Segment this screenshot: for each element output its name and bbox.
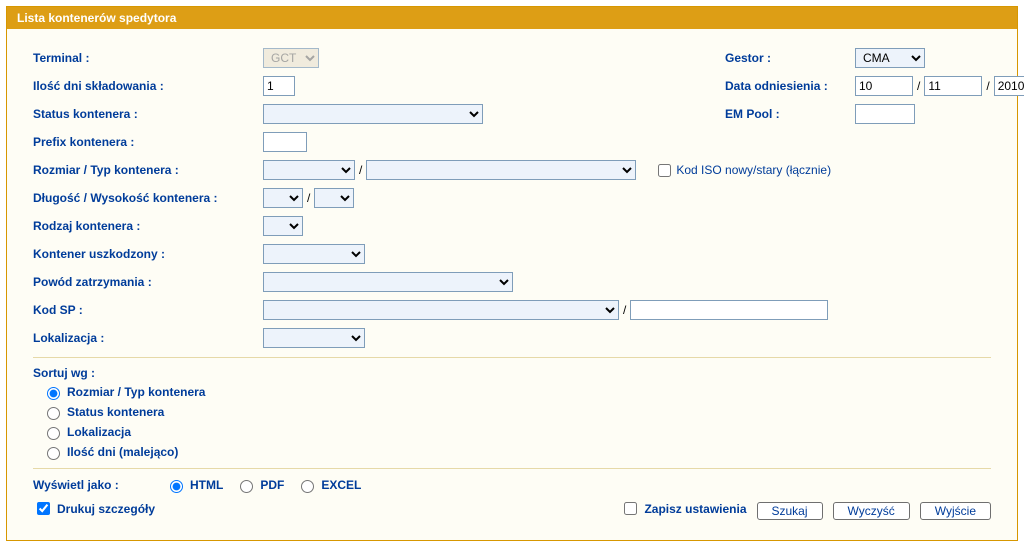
bottom-row: Drukuj szczegóły Zapisz ustawienia Szuka… xyxy=(33,499,991,522)
slash-kodsp: / xyxy=(623,303,626,317)
row-powod: Powód zatrzymania : xyxy=(33,271,991,293)
label-kod-sp: Kod SP : xyxy=(33,303,263,317)
sort-option-dni: Ilość dni (malejąco) xyxy=(33,444,991,460)
sort-label-lokal: Lokalizacja xyxy=(67,425,131,439)
row-uszkodzony: Kontener uszkodzony : xyxy=(33,243,991,265)
label-sortuj: Sortuj wg : xyxy=(33,366,991,380)
label-empool: EM Pool : xyxy=(725,107,855,121)
date-yyyy-input[interactable] xyxy=(994,76,1024,96)
label-status: Status kontenera : xyxy=(33,107,263,121)
sort-block: Sortuj wg : Rozmiar / Typ kontenera Stat… xyxy=(33,357,991,460)
label-powod: Powód zatrzymania : xyxy=(33,275,263,289)
panel-title: Lista kontenerów spedytora xyxy=(7,7,1017,29)
sort-radio-status[interactable] xyxy=(47,407,60,420)
panel: Lista kontenerów spedytora Terminal : GC… xyxy=(6,6,1018,541)
label-prefix: Prefix kontenera : xyxy=(33,135,263,149)
rozmiar-select[interactable] xyxy=(263,160,355,180)
iso-checkbox[interactable] xyxy=(658,164,671,177)
display-row: Wyświetl jako : HTML PDF EXCEL xyxy=(33,468,991,493)
row-kod-sp: Kod SP : / xyxy=(33,299,991,321)
empool-input[interactable] xyxy=(855,104,915,124)
row-terminal-gestor: Terminal : GCT Gestor : CMA xyxy=(33,47,991,69)
display-radio-pdf[interactable] xyxy=(240,480,253,493)
dlugosc-select[interactable] xyxy=(263,188,303,208)
row-lokalizacja: Lokalizacja : xyxy=(33,327,991,349)
label-terminal: Terminal : xyxy=(33,51,263,65)
sort-radio-lokal[interactable] xyxy=(47,427,60,440)
powod-select[interactable] xyxy=(263,272,513,292)
sort-label-rozmiar: Rozmiar / Typ kontenera xyxy=(67,385,205,399)
kodsp-select[interactable] xyxy=(263,300,619,320)
label-rozmiar-typ: Rozmiar / Typ kontenera : xyxy=(33,163,263,177)
row-prefix: Prefix kontenera : xyxy=(33,131,991,153)
drukuj-checkbox[interactable] xyxy=(37,502,50,515)
label-dni: Ilość dni składowania : xyxy=(33,79,263,93)
row-dni-data: Ilość dni składowania : Data odniesienia… xyxy=(33,75,991,97)
szukaj-button[interactable]: Szukaj xyxy=(757,502,823,520)
row-rodzaj: Rodzaj kontenera : xyxy=(33,215,991,237)
row-rozmiar-typ: Rozmiar / Typ kontenera : / Kod ISO nowy… xyxy=(33,159,991,181)
display-label-pdf: PDF xyxy=(260,478,284,492)
sort-option-status: Status kontenera xyxy=(33,404,991,420)
sort-radio-dni[interactable] xyxy=(47,447,60,460)
label-dlug-wys: Długość / Wysokość kontenera : xyxy=(33,191,263,205)
sort-option-rozmiar: Rozmiar / Typ kontenera xyxy=(33,384,991,400)
label-rodzaj: Rodzaj kontenera : xyxy=(33,219,263,233)
zapisz-checkbox[interactable] xyxy=(624,502,637,515)
prefix-input[interactable] xyxy=(263,132,307,152)
date-mm-input[interactable] xyxy=(924,76,982,96)
label-data-odn: Data odniesienia : xyxy=(725,79,855,93)
dni-input[interactable] xyxy=(263,76,295,96)
label-lokalizacja: Lokalizacja : xyxy=(33,331,263,345)
wyczysc-button[interactable]: Wyczyść xyxy=(833,502,910,520)
uszkodzony-select[interactable] xyxy=(263,244,365,264)
display-radio-excel[interactable] xyxy=(301,480,314,493)
wysokosc-select[interactable] xyxy=(314,188,354,208)
typ-select[interactable] xyxy=(366,160,636,180)
sort-radio-rozmiar[interactable] xyxy=(47,387,60,400)
kodsp-input[interactable] xyxy=(630,300,828,320)
slash-rozmiar: / xyxy=(359,163,362,177)
sort-label-dni: Ilość dni (malejąco) xyxy=(67,445,178,459)
panel-body: Terminal : GCT Gestor : CMA Ilość dni sk… xyxy=(7,29,1017,540)
rodzaj-select[interactable] xyxy=(263,216,303,236)
terminal-select[interactable]: GCT xyxy=(263,48,319,68)
display-label-html: HTML xyxy=(190,478,223,492)
drukuj-label: Drukuj szczegóły xyxy=(57,502,155,516)
label-display: Wyświetl jako : xyxy=(33,478,153,492)
slash-2: / xyxy=(986,79,989,93)
slash-dw: / xyxy=(307,191,310,205)
display-radio-html[interactable] xyxy=(170,480,183,493)
sort-option-lokal: Lokalizacja xyxy=(33,424,991,440)
lokalizacja-select[interactable] xyxy=(263,328,365,348)
iso-checkbox-label: Kod ISO nowy/stary (łącznie) xyxy=(676,163,831,177)
display-label-excel: EXCEL xyxy=(321,478,361,492)
row-status-empool: Status kontenera : EM Pool : xyxy=(33,103,991,125)
gestor-select[interactable]: CMA xyxy=(855,48,925,68)
label-gestor: Gestor : xyxy=(725,51,855,65)
slash-1: / xyxy=(917,79,920,93)
status-select[interactable] xyxy=(263,104,483,124)
label-uszkodzony: Kontener uszkodzony : xyxy=(33,247,263,261)
zapisz-label: Zapisz ustawienia xyxy=(644,502,746,516)
date-dd-input[interactable] xyxy=(855,76,913,96)
row-dlug-wys: Długość / Wysokość kontenera : / xyxy=(33,187,991,209)
wyjscie-button[interactable]: Wyjście xyxy=(920,502,991,520)
sort-label-status: Status kontenera xyxy=(67,405,164,419)
